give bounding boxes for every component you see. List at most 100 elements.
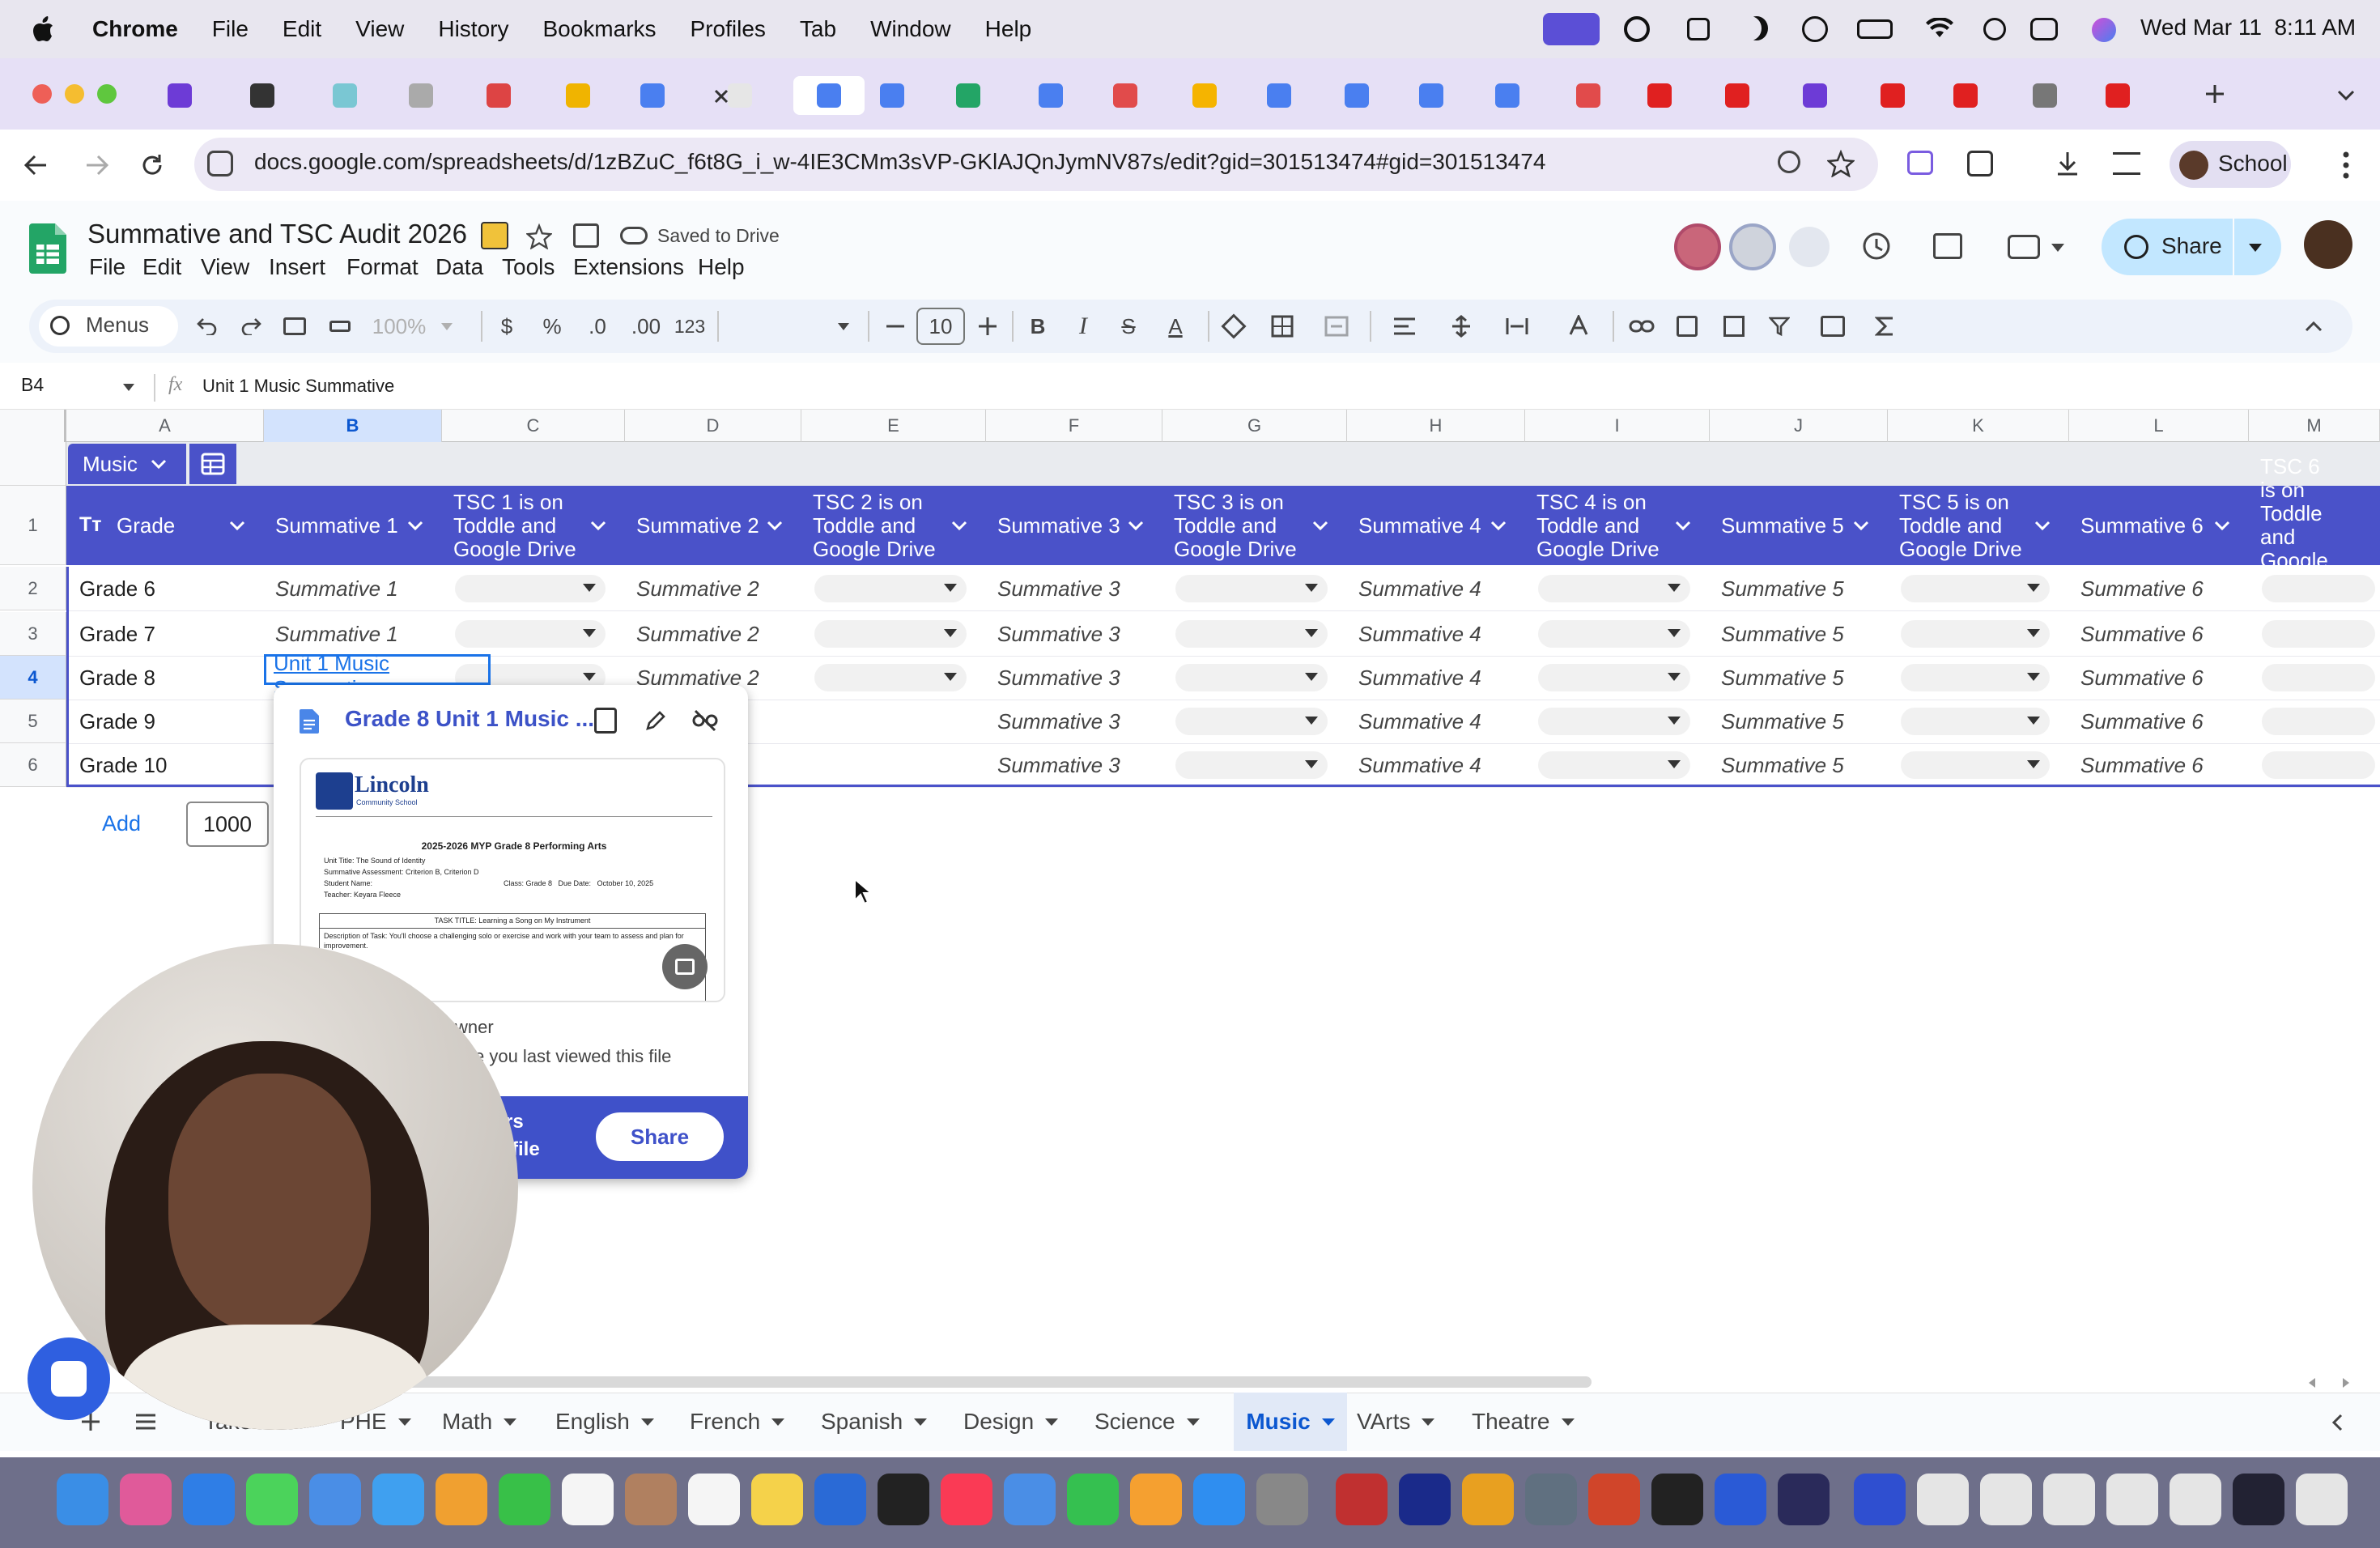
browser-tab[interactable] [1946,76,1985,115]
functions-icon[interactable] [1870,308,1899,345]
dock-app-icon[interactable] [1715,1474,1766,1525]
popup-share-button[interactable]: Share [596,1112,724,1161]
browser-tab[interactable] [949,76,988,115]
font-size-input[interactable]: 10 [916,308,965,345]
collaborator-avatar[interactable] [1729,223,1776,270]
menubar-app-name[interactable]: Chrome [92,16,178,42]
browser-tab[interactable] [479,76,518,115]
dock-app-icon[interactable] [751,1474,803,1525]
share-dropdown-icon[interactable] [2244,240,2267,256]
percent-format-button[interactable]: % [538,308,567,345]
meet-icon[interactable] [2008,235,2040,259]
column-header-g[interactable]: G [1162,410,1347,442]
dock-app-icon[interactable] [1004,1474,1056,1525]
menubar-clock[interactable]: Wed Mar 11 8:11 AM [2140,15,2356,40]
dock-app-icon[interactable] [120,1474,172,1525]
doc-menu-file[interactable]: File [89,254,125,280]
column-menu-chevron-icon[interactable] [764,515,785,536]
sheet-tab-dropdown-icon[interactable] [1321,1418,1335,1426]
browser-tab[interactable] [1031,76,1070,115]
scroll-left-arrow[interactable] [2309,1378,2315,1388]
zoom-icon[interactable] [1778,151,1800,173]
column-header-h[interactable]: H [1347,410,1525,442]
star-icon[interactable] [525,222,554,251]
column-header-l[interactable]: L [2069,410,2249,442]
site-info-icon[interactable] [207,151,233,176]
bookmark-star-icon[interactable] [1826,149,1855,178]
sheet-tab-dropdown-icon[interactable] [914,1418,928,1426]
add-rows-button[interactable]: Add [102,811,141,836]
sheet-tab-design[interactable]: Design [963,1393,1085,1451]
dock-app-icon[interactable] [2170,1474,2221,1525]
dock-app-icon[interactable] [1336,1474,1388,1525]
dock-app-icon[interactable] [1651,1474,1703,1525]
browser-tab[interactable] [160,76,199,115]
grammarly-status-icon[interactable] [1624,16,1650,42]
sheet-tab-dropdown-icon[interactable] [771,1418,785,1426]
bold-button[interactable]: B [1023,308,1052,345]
menubar-view[interactable]: View [355,16,404,42]
cast-icon[interactable] [1907,151,1933,175]
dock-app-icon[interactable] [562,1474,614,1525]
sheet-tab-science[interactable]: Science [1094,1393,1224,1451]
browser-tab[interactable] [1412,76,1451,115]
browser-tab[interactable] [873,76,912,115]
fill-color-icon[interactable] [1219,308,1248,345]
dock-app-icon[interactable] [499,1474,550,1525]
table-header-cell[interactable]: TSC 4 is on Toddle and Google Drive [1525,486,1668,565]
doc-menu-insert[interactable]: Insert [269,254,325,280]
dock-app-icon[interactable] [1067,1474,1119,1525]
sheet-tab-dropdown-icon[interactable] [1045,1418,1059,1426]
table-header-cell[interactable]: Summative 5 [1710,486,1846,565]
browser-tab[interactable] [325,76,364,115]
browser-tab[interactable] [1185,76,1224,115]
menubar-file[interactable]: File [212,16,249,42]
column-header-f[interactable]: F [986,410,1162,442]
browser-tab[interactable] [633,76,672,115]
table-header-cell[interactable]: Grade [66,486,222,565]
table-view-icon[interactable] [1810,308,1855,345]
name-box[interactable]: B4 [21,374,44,396]
sheet-tab-dropdown-icon[interactable] [1561,1418,1575,1426]
table-header-cell[interactable]: Summative 2 [625,486,759,565]
reload-icon[interactable] [134,147,170,183]
column-header-m[interactable]: M [2249,410,2380,442]
close-window-button[interactable] [32,84,52,104]
table-header-cell[interactable]: TSC 2 is on Toddle and Google Drive [801,486,944,565]
dock-app-icon[interactable] [1917,1474,1969,1525]
browser-tab[interactable] [793,76,865,115]
table-header-cell[interactable]: Summative 3 [986,486,1120,565]
dock-app-icon[interactable] [1130,1474,1182,1525]
dock-app-icon[interactable] [183,1474,235,1525]
downloads-icon[interactable] [2053,149,2082,178]
comments-icon[interactable] [1933,233,1962,259]
screen-share-icon[interactable] [1543,13,1600,45]
dock-app-icon[interactable] [1778,1474,1830,1525]
strikethrough-button[interactable]: S [1114,308,1143,345]
column-menu-chevron-icon[interactable] [588,515,609,536]
sheet-tab-math[interactable]: Math [442,1393,546,1451]
browser-tab[interactable] [559,76,597,115]
browser-tab[interactable] [1796,76,1834,115]
italic-button[interactable]: I [1069,308,1098,345]
column-menu-chevron-icon[interactable] [949,515,970,536]
sheet-tab-spanish[interactable]: Spanish [821,1393,954,1451]
column-menu-chevron-icon[interactable] [1851,515,1872,536]
control-center-icon[interactable] [2030,18,2058,40]
menubar-edit[interactable]: Edit [283,16,321,42]
dock-app-icon[interactable] [2043,1474,2095,1525]
font-dropdown-icon[interactable] [834,308,853,345]
text-rotation-icon[interactable] [1556,308,1601,345]
tab-search-icon[interactable] [2331,81,2361,110]
column-header-d[interactable]: D [625,410,801,442]
table-header-cell[interactable]: TSC 3 is on Toddle and Google Drive [1162,486,1305,565]
moon-icon[interactable] [1745,16,1768,40]
battery-icon[interactable] [1857,19,1893,39]
insert-comment-icon[interactable] [1671,308,1703,345]
siri-icon[interactable] [2092,18,2116,42]
doc-menu-data[interactable]: Data [436,254,483,280]
text-color-button[interactable]: A [1159,308,1192,345]
browser-tab[interactable] [1106,76,1145,115]
currency-format-button[interactable]: $ [497,308,516,345]
paint-format-icon[interactable] [325,308,355,345]
